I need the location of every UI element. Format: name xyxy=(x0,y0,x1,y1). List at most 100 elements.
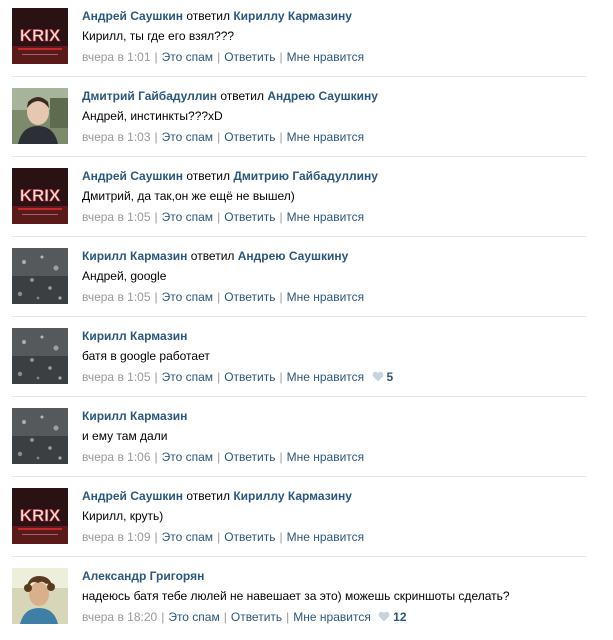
spam-link[interactable]: Это спам xyxy=(162,290,213,304)
divider: | xyxy=(217,530,221,544)
reply-link[interactable]: Ответить xyxy=(224,530,275,544)
reply-link[interactable]: Ответить xyxy=(224,210,275,224)
divider: | xyxy=(217,290,221,304)
like-link[interactable]: Мне нравится xyxy=(287,370,365,384)
like-link[interactable]: Мне нравится xyxy=(293,610,371,624)
spam-link[interactable]: Это спам xyxy=(168,610,219,624)
avatar[interactable]: KRIX xyxy=(12,488,68,544)
comment-time[interactable]: вчера в 1:05 xyxy=(82,290,151,304)
divider: | xyxy=(154,370,158,384)
divider: | xyxy=(154,50,158,64)
comment-item: Александр Григорян надеюсь батя тебе люл… xyxy=(0,560,586,640)
svg-text:KRIX: KRIX xyxy=(20,26,61,45)
comment-text: Андрей, инстинкты???xD xyxy=(82,109,223,123)
comment-text: и ему там дали xyxy=(82,429,168,443)
comment-text: батя в google работает xyxy=(82,349,210,363)
avatar[interactable]: KRIX xyxy=(12,8,68,64)
rain-drops-avatar xyxy=(12,248,68,304)
divider: | xyxy=(286,610,290,624)
like-link[interactable]: Мне нравится xyxy=(287,290,365,304)
comment-meta: вчера в 18:20 | Это спам | Ответить | Мне нрав… xyxy=(82,609,586,625)
spam-link[interactable]: Это спам xyxy=(162,130,213,144)
reply-link[interactable]: Ответить xyxy=(224,130,275,144)
author-link[interactable]: Дмитрий Гайбадуллин xyxy=(82,89,217,103)
action-text: ответил xyxy=(186,9,231,23)
divider: | xyxy=(154,290,158,304)
divider: | xyxy=(154,530,158,544)
comment-time[interactable]: вчера в 1:09 xyxy=(82,530,151,544)
spam-link[interactable]: Это спам xyxy=(162,450,213,464)
portrait-photo-avatar xyxy=(12,88,68,144)
divider: | xyxy=(217,50,221,64)
reply-target-link[interactable]: Кириллу Кармазину xyxy=(233,9,352,23)
comment-text: Андрей, google xyxy=(82,269,167,283)
comment-meta: вчера в 1:05 | Это спам | Ответить | Мне нрави… xyxy=(82,369,586,385)
comment-time[interactable]: вчера в 1:05 xyxy=(82,210,151,224)
divider: | xyxy=(154,210,158,224)
reply-target-link[interactable]: Кириллу Кармазину xyxy=(233,489,352,503)
divider: | xyxy=(279,370,283,384)
like-link[interactable]: Мне нравится xyxy=(287,50,365,64)
author-link[interactable]: Андрей Саушкин xyxy=(82,9,183,23)
author-link[interactable]: Андрей Саушкин xyxy=(82,489,183,503)
comment-item: Кирилл Кармазин и ему там дали вчера в 1… xyxy=(0,400,586,480)
author-link[interactable]: Андрей Саушкин xyxy=(82,169,183,183)
divider: | xyxy=(161,610,165,624)
comment-meta: вчера в 1:09 | Это спам | Ответить | Мне нрави… xyxy=(82,529,586,545)
divider: | xyxy=(279,530,283,544)
reply-link[interactable]: Ответить xyxy=(224,370,275,384)
spam-link[interactable]: Это спам xyxy=(162,370,213,384)
comment-time[interactable]: вчера в 1:05 xyxy=(82,370,151,384)
comment-item: Кирилл Кармазин батя в google работает в… xyxy=(0,320,586,400)
rain-drops-avatar xyxy=(12,328,68,384)
author-link[interactable]: Кирилл Кармазин xyxy=(82,249,187,263)
avatar[interactable]: KRIX xyxy=(12,168,68,224)
author-link[interactable]: Кирилл Кармазин xyxy=(82,409,187,423)
skrillex-logo-avatar: KRIX xyxy=(12,8,68,64)
author-link[interactable]: Александр Григорян xyxy=(82,569,204,583)
reply-link[interactable]: Ответить xyxy=(224,450,275,464)
divider: | xyxy=(217,370,221,384)
spam-link[interactable]: Это спам xyxy=(162,210,213,224)
reply-link[interactable]: Ответить xyxy=(224,50,275,64)
divider: | xyxy=(154,450,158,464)
comment-item: Дмитрий Гайбадуллин ответил Андрею Саушк… xyxy=(0,80,586,160)
avatar[interactable] xyxy=(12,408,68,464)
reply-target-link[interactable]: Андрею Саушкину xyxy=(238,249,349,263)
avatar[interactable] xyxy=(12,248,68,304)
like-count[interactable]: 12 xyxy=(378,609,407,625)
author-link[interactable]: Кирилл Кармазин xyxy=(82,329,187,343)
comment-item: KRIX Андрей Саушкин ответил Дмитрию Гайб… xyxy=(0,160,586,240)
like-link[interactable]: Мне нравится xyxy=(287,530,365,544)
like-link[interactable]: Мне нравится xyxy=(287,450,365,464)
reply-target-link[interactable]: Дмитрию Гайбадуллину xyxy=(233,169,378,183)
comment-meta: вчера в 1:01 | Это спам | Ответить | Мне нрави… xyxy=(82,49,586,65)
comment-meta: вчера в 1:05 | Это спам | Ответить | Мне нрави… xyxy=(82,289,586,305)
like-count[interactable]: 5 xyxy=(372,369,393,385)
comments-list: KRIX Андрей Саушкин ответил Кириллу Карм… xyxy=(0,0,613,632)
avatar[interactable] xyxy=(12,88,68,144)
spam-link[interactable]: Это спам xyxy=(162,530,213,544)
reply-link[interactable]: Ответить xyxy=(224,290,275,304)
divider: | xyxy=(279,50,283,64)
action-text: ответил xyxy=(186,489,231,503)
comment-text: Дмитрий, да так,он же ещё не вышел) xyxy=(82,189,295,203)
comment-time[interactable]: вчера в 1:01 xyxy=(82,50,151,64)
comment-time[interactable]: вчера в 1:06 xyxy=(82,450,151,464)
like-link[interactable]: Мне нравится xyxy=(287,210,365,224)
skrillex-logo-avatar: KRIX xyxy=(12,168,68,224)
avatar[interactable] xyxy=(12,568,68,624)
comment-meta: вчера в 1:05 | Это спам | Ответить | Мне нрави… xyxy=(82,209,586,225)
reply-link[interactable]: Ответить xyxy=(231,610,282,624)
comment-meta: вчера в 1:06 | Это спам | Ответить | Мне нрави… xyxy=(82,449,586,465)
comment-item: Кирилл Кармазин ответил Андрею Саушкину … xyxy=(0,240,586,320)
reply-target-link[interactable]: Андрею Саушкину xyxy=(267,89,378,103)
like-link[interactable]: Мне нравится xyxy=(287,130,365,144)
avatar[interactable] xyxy=(12,328,68,384)
spam-link[interactable]: Это спам xyxy=(162,50,213,64)
divider: | xyxy=(279,450,283,464)
comment-time[interactable]: вчера в 1:03 xyxy=(82,130,151,144)
divider: | xyxy=(154,130,158,144)
comment-time[interactable]: вчера в 18:20 xyxy=(82,610,157,624)
comment-item: KRIX Андрей Саушкин ответил Кириллу Карм… xyxy=(0,0,586,80)
